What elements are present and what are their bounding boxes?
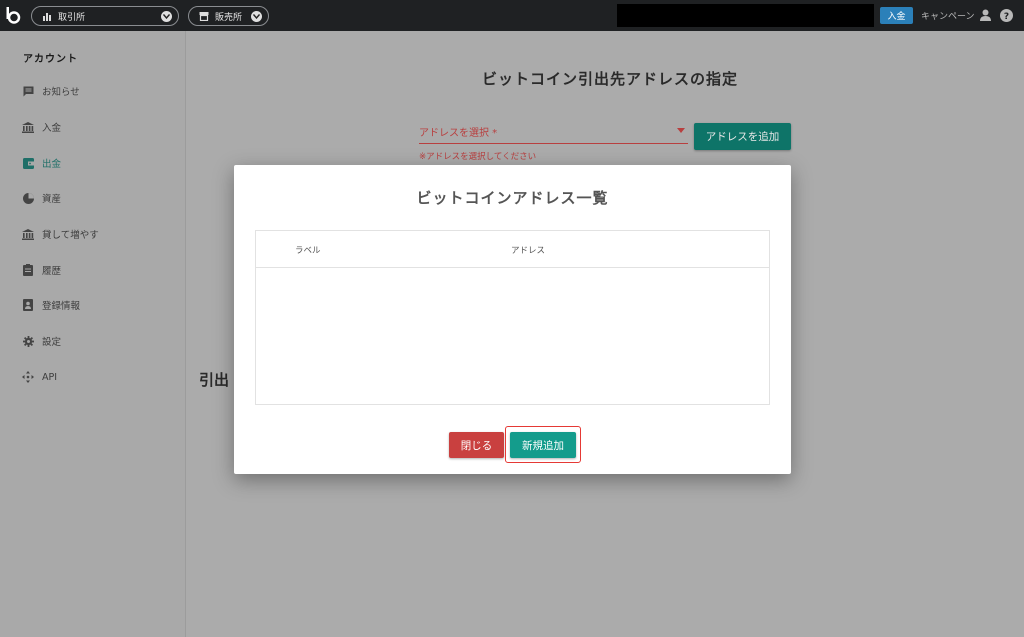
shop-label: 販売所: [215, 12, 243, 23]
bar-chart-icon: [42, 11, 52, 21]
address-select[interactable]: アドレスを選択 *: [419, 121, 688, 144]
gear-icon: [22, 335, 34, 347]
sidebar-item-history[interactable]: 履歴: [22, 262, 61, 278]
sidebar-item-deposit[interactable]: 入金: [22, 119, 61, 135]
address-select-placeholder: アドレスを選択 *: [419, 128, 498, 139]
bank-icon: [22, 228, 34, 240]
message-icon: [22, 85, 34, 97]
address-list-dialog: ビットコインアドレス一覧 ラベル アドレス 閉じる 新規追加: [234, 165, 791, 474]
sidebar-item-settings[interactable]: 設定: [22, 333, 61, 349]
api-icon: [22, 371, 34, 383]
exchange-dropdown[interactable]: 取引所: [31, 6, 179, 26]
user-icon[interactable]: [980, 9, 991, 21]
sidebar-item-notifications[interactable]: お知らせ: [22, 83, 80, 99]
deposit-button[interactable]: 入金: [880, 7, 913, 24]
page-title: ビットコイン引出先アドレスの指定: [482, 70, 739, 88]
id-card-icon: [22, 299, 34, 311]
sidebar-item-label: 貸して増やす: [42, 230, 99, 241]
dialog-title: ビットコインアドレス一覧: [416, 189, 609, 207]
caret-down-icon: [677, 128, 685, 133]
campaign-link[interactable]: キャンペーン: [921, 9, 975, 22]
add-new-button[interactable]: 新規追加: [510, 432, 576, 458]
help-icon[interactable]: ?: [1000, 9, 1013, 22]
sidebar-item-withdraw[interactable]: 出金: [22, 155, 61, 171]
sidebar-item-label: API: [42, 371, 58, 383]
sidebar: アカウント お知らせ 入金 出金 資産 貸して増やす 履歴 登録情報 設定 AP…: [0, 31, 186, 637]
sidebar-item-label: 登録情報: [42, 301, 81, 312]
sidebar-title: アカウント: [23, 54, 78, 65]
clipboard-icon: [22, 264, 34, 276]
table-header: ラベル アドレス: [256, 231, 769, 268]
redacted-area: [617, 4, 874, 27]
close-button[interactable]: 閉じる: [449, 432, 504, 458]
column-header-address[interactable]: アドレス: [511, 244, 545, 256]
add-address-button[interactable]: アドレスを追加: [694, 123, 791, 150]
exchange-label: 取引所: [58, 12, 86, 23]
top-bar: 取引所 販売所 入金 キャンペーン ?: [0, 0, 1024, 31]
address-error-text: ※アドレスを選択してください: [419, 152, 537, 162]
sidebar-item-lending[interactable]: 貸して増やす: [22, 226, 99, 242]
sidebar-item-label: 履歴: [42, 266, 62, 277]
svg-text:?: ?: [1004, 12, 1009, 22]
sidebar-item-label: 資産: [42, 194, 62, 205]
sidebar-item-label: 入金: [42, 123, 62, 134]
sidebar-item-label: お知らせ: [42, 87, 80, 98]
sidebar-item-label: 設定: [42, 337, 62, 348]
sidebar-item-account-info[interactable]: 登録情報: [22, 297, 80, 313]
sidebar-item-api[interactable]: API: [22, 369, 57, 385]
chevron-down-icon: [161, 10, 172, 22]
shop-dropdown[interactable]: 販売所: [188, 6, 269, 26]
withdraw-section-heading: 引出: [199, 371, 230, 389]
bitbank-logo-icon[interactable]: [6, 7, 21, 24]
wallet-icon: [22, 157, 34, 169]
column-header-label[interactable]: ラベル: [295, 244, 321, 256]
pie-chart-icon: [22, 192, 34, 204]
store-icon: [199, 11, 209, 21]
bank-icon: [22, 121, 34, 133]
address-table: ラベル アドレス: [255, 230, 770, 405]
chevron-down-icon: [251, 10, 262, 22]
sidebar-item-assets[interactable]: 資産: [22, 190, 61, 206]
sidebar-item-label: 出金: [42, 159, 62, 170]
